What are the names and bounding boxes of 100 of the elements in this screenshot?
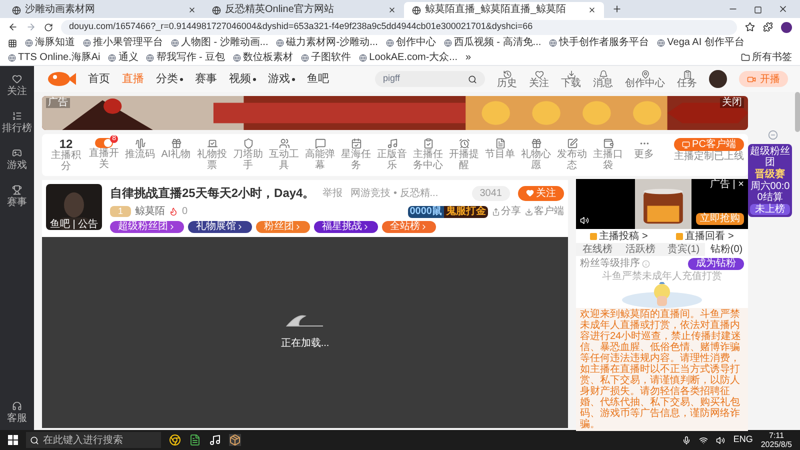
bookmark[interactable]: 创作中心	[386, 36, 436, 50]
client-link[interactable]: 客户端	[525, 204, 564, 219]
network-icon[interactable]	[699, 436, 708, 444]
panel-link[interactable]: 直播回看 >	[676, 228, 734, 244]
sidebar-item[interactable]: 排行榜	[2, 111, 32, 136]
bookmark[interactable]: 帮我写作 - 豆包	[146, 50, 226, 64]
toggle-switch[interactable]	[95, 138, 113, 148]
close-icon[interactable]	[588, 6, 596, 14]
bookmark[interactable]: 西瓜视频 - 高清免...	[444, 36, 542, 50]
toolbar-item[interactable]: 主播口袋	[590, 138, 626, 171]
clock[interactable]: 7:11 2025/8/5	[760, 431, 792, 449]
close-link[interactable]: 关闭	[720, 98, 744, 108]
toolbar-item[interactable]: 刀塔助手	[230, 138, 266, 171]
browser-icon[interactable]	[169, 434, 181, 446]
toolbar-item[interactable]: 星海任务	[338, 138, 374, 171]
ranking-tab[interactable]: 钻粉(0)	[705, 243, 748, 256]
chevron-icon	[362, 223, 370, 231]
toolbar-item[interactable]: 礼物心愿	[518, 138, 554, 171]
bookmark[interactable]: 数位板素材	[233, 50, 294, 64]
header-tool[interactable]: 历史	[497, 70, 517, 88]
bookmark[interactable]: 子图软件	[301, 50, 352, 64]
ranking-tab[interactable]: 活跃榜	[619, 243, 662, 256]
back-icon[interactable]	[8, 22, 18, 32]
toolbar-item[interactable]: 发布动态	[554, 138, 590, 171]
profile-avatar[interactable]	[781, 22, 792, 32]
close-icon[interactable]	[388, 6, 396, 14]
bookmark[interactable]: 人物图 - 沙雕动画...	[171, 36, 268, 50]
toolbar-item[interactable]: 开播提醒	[446, 138, 482, 171]
taskbar-search[interactable]: 在此键入进行搜索	[26, 432, 161, 448]
toolbar-item[interactable]: 正版音乐	[374, 138, 410, 171]
nav-link[interactable]: 鱼吧	[307, 70, 329, 88]
tag-pill[interactable]: 福星挑战	[314, 221, 378, 233]
toolbar-item[interactable]: 更多	[626, 138, 662, 160]
new-tab-icon[interactable]	[612, 4, 622, 14]
package-icon[interactable]	[229, 434, 241, 446]
toolbar-item[interactable]: 推流码	[122, 138, 158, 160]
close-icon[interactable]	[188, 6, 196, 14]
language-indicator[interactable]: ENG	[733, 433, 753, 447]
follower-count: 3041	[472, 186, 510, 200]
share-link[interactable]: 分享	[492, 204, 521, 219]
music-note-icon[interactable]	[209, 434, 221, 446]
microphone-icon[interactable]	[682, 436, 692, 444]
toolbar-item[interactable]: 高能弹幕	[302, 138, 338, 171]
tag-pill[interactable]: 超级粉丝团	[110, 221, 184, 233]
forward-icon[interactable]	[26, 22, 36, 32]
reload-icon[interactable]	[44, 22, 53, 32]
extensions-icon[interactable]	[763, 22, 773, 32]
speaker-icon[interactable]	[716, 436, 726, 444]
header-tool[interactable]: 创作中心	[625, 70, 665, 88]
panel-link[interactable]: 主播投稿 >	[590, 228, 648, 244]
bookmark[interactable]: 磁力素材网-沙雕动...	[276, 36, 378, 50]
nav-link[interactable]: 首页	[88, 70, 110, 88]
document-icon[interactable]	[189, 434, 201, 446]
join-button[interactable]: 成为钻粉	[688, 258, 744, 270]
maximize-icon[interactable]	[754, 6, 762, 14]
bookmark[interactable]: 快手创作者服务平台	[549, 36, 650, 50]
address-bar[interactable]: douyu.com/1657466?_r=0.9144981727046004&dyshid=653a321-f4e9f238a9c5dd4944cb01e300021701&dyshci=66	[61, 20, 737, 34]
sidebar-item[interactable]: 赛事	[7, 185, 27, 210]
user-avatar[interactable]	[709, 70, 727, 88]
apps-icon[interactable]	[8, 38, 17, 48]
bookmark[interactable]: Vega AI 创作平台	[657, 36, 744, 50]
browser-tab[interactable]: 反恐精英Online官方网站	[204, 2, 404, 18]
toolbar-item[interactable]: 主播任务中心	[410, 138, 446, 171]
ad-label: 广告	[46, 98, 70, 108]
bookmark[interactable]: TTS Online.海豚Ai	[8, 50, 100, 64]
toolbar-item[interactable]: 节目单	[482, 138, 518, 160]
bookmark[interactable]: 通义	[108, 50, 138, 64]
nav-link[interactable]: 视频	[229, 70, 256, 88]
more-bookmarks[interactable]: »	[466, 50, 472, 65]
bookmark-star-icon[interactable]	[745, 22, 755, 32]
tag-pill[interactable]: 礼物展馆	[188, 221, 252, 233]
windows-icon[interactable]	[8, 435, 18, 445]
toolbar-item[interactable]: 互动工具	[266, 138, 302, 171]
toolbar-item[interactable]: 礼物投票	[194, 138, 230, 171]
nav-link[interactable]: 分类	[156, 70, 183, 88]
volume-icon[interactable]	[580, 216, 589, 225]
bookmark[interactable]: 推小果管理平台	[83, 36, 163, 50]
sidebar-item[interactable]: 游戏	[7, 148, 27, 173]
browser-tab[interactable]: 沙雕动画素材网	[4, 2, 204, 18]
search-field[interactable]: pigff	[375, 71, 485, 87]
ranking-tab[interactable]: 贵宾(1)	[662, 243, 705, 256]
sidebar-item[interactable]: 关注	[7, 74, 27, 99]
promo-note: 主播定制已上线	[674, 151, 744, 162]
header-tool[interactable]: 关注	[529, 70, 549, 88]
fan-club-card[interactable]: 超级粉丝团 晋级赛 周六00:00结算 未上榜	[748, 144, 792, 217]
bookmark[interactable]: LookAE.com-大众...	[359, 50, 458, 64]
scrollbar[interactable]	[795, 92, 800, 132]
bookmark[interactable]: 海豚知道	[25, 36, 75, 50]
header-tool[interactable]: 消息	[593, 70, 613, 88]
nav-link[interactable]: 赛事	[195, 70, 217, 88]
header-tool[interactable]: 任务	[677, 70, 697, 88]
ranking-tab[interactable]: 在线榜	[576, 243, 619, 256]
search-icon[interactable]	[468, 74, 477, 84]
browser-tab[interactable]: 鲸莫陌直播_鲸莫陌直播_鲸莫陌	[404, 2, 604, 18]
close-icon[interactable]	[778, 4, 788, 14]
toolbar-item[interactable]: AI礼物	[158, 138, 194, 160]
nav-link[interactable]: 游戏	[268, 70, 295, 88]
header-tool[interactable]: 下载	[561, 70, 581, 88]
sidebar-item[interactable]: 客服	[7, 401, 27, 426]
all-bookmarks[interactable]: 所有书签	[741, 50, 792, 64]
